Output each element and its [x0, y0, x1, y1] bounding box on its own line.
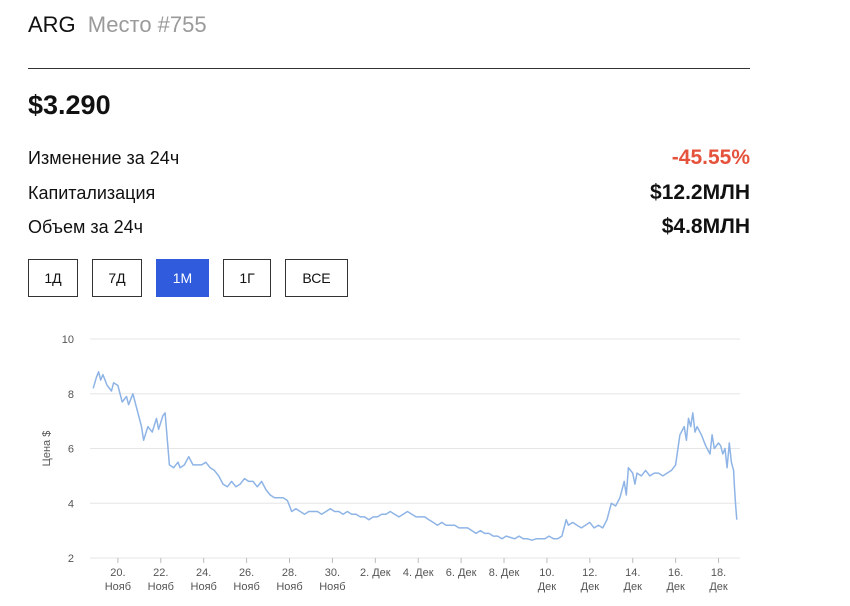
period-7d-button[interactable]: 7Д [92, 259, 142, 297]
stat-market-cap: Капитализация $12.2МЛН [28, 181, 750, 205]
price-chart: 2 4 6 8 10 Цена $ 20. Нояб 22. Нояб 24. Нояб 26. Но… [41, 334, 740, 593]
x-tick-label-month: Дек [538, 581, 557, 593]
period-1y-button[interactable]: 1Г [223, 259, 271, 297]
x-tick-label-month: Дек [624, 581, 643, 593]
x-tick-label-month: Нояб [191, 581, 217, 593]
y-tick-label: 10 [62, 334, 74, 346]
x-tick-label: 30. [325, 567, 340, 579]
chart-grid [90, 338, 740, 559]
x-tick-label-month: Дек [666, 581, 685, 593]
y-tick-label: 4 [68, 498, 74, 510]
period-1d-button[interactable]: 1Д [28, 259, 78, 297]
period-selector: 1Д 7Д 1М 1Г ВСЕ [28, 259, 362, 297]
price-line-group [92, 371, 738, 541]
x-tick-label: 16. [668, 567, 683, 579]
x-axis-ticks: 20. Нояб 22. Нояб 24. Нояб 26. Нояб 28. Нояб 30. Но… [105, 558, 728, 593]
stat-volume-24h: Объем за 24ч $4.8МЛН [28, 215, 750, 239]
y-tick-label: 8 [68, 389, 74, 401]
stat-label: Изменение за 24ч [28, 148, 180, 168]
stat-value: -45.55% [671, 146, 750, 169]
y-tick-label: 6 [68, 444, 74, 456]
coin-rank: Место #755 [87, 12, 207, 37]
stat-value: $12.2МЛН [650, 181, 750, 204]
y-tick-label: 2 [68, 553, 74, 565]
stat-value: $4.8МЛН [661, 215, 750, 238]
period-all-button[interactable]: ВСЕ [285, 259, 348, 297]
coin-header: ARG Место #755 [28, 12, 207, 38]
x-tick-label-month: Нояб [319, 581, 345, 593]
x-tick-label: 4. Дек [403, 567, 434, 579]
period-1m-button[interactable]: 1М [156, 259, 209, 297]
x-tick-label: 26. [239, 567, 254, 579]
x-tick-label-month: Дек [581, 581, 600, 593]
coin-price: $3.290 [28, 90, 111, 120]
y-axis-ticks: 2 4 6 8 10 [62, 334, 74, 565]
y-axis-label: Цена $ [41, 431, 53, 467]
stat-label: Объем за 24ч [28, 217, 144, 237]
x-tick-label: 6. Дек [446, 567, 477, 579]
x-tick-label-month: Нояб [105, 581, 131, 593]
x-tick-label: 8. Дек [489, 567, 520, 579]
x-tick-label-month: Нояб [233, 581, 259, 593]
x-tick-label: 14. [625, 567, 640, 579]
stat-change-24h: Изменение за 24ч -45.55% [28, 146, 750, 170]
x-tick-label: 2. Дек [360, 567, 391, 579]
x-tick-label: 24. [196, 567, 211, 579]
header-divider [28, 68, 750, 69]
x-tick-label-month: Нояб [148, 581, 174, 593]
x-tick-label: 20. [110, 567, 125, 579]
x-tick-label: 18. [711, 567, 726, 579]
x-tick-label-month: Дек [709, 581, 728, 593]
x-tick-label: 22. [153, 567, 168, 579]
price-series-line [92, 371, 738, 541]
stat-label: Капитализация [28, 183, 156, 203]
x-tick-label: 28. [282, 567, 297, 579]
x-tick-label: 12. [582, 567, 597, 579]
x-tick-label: 10. [539, 567, 554, 579]
x-tick-label-month: Нояб [276, 581, 302, 593]
coin-ticker: ARG [28, 12, 76, 37]
